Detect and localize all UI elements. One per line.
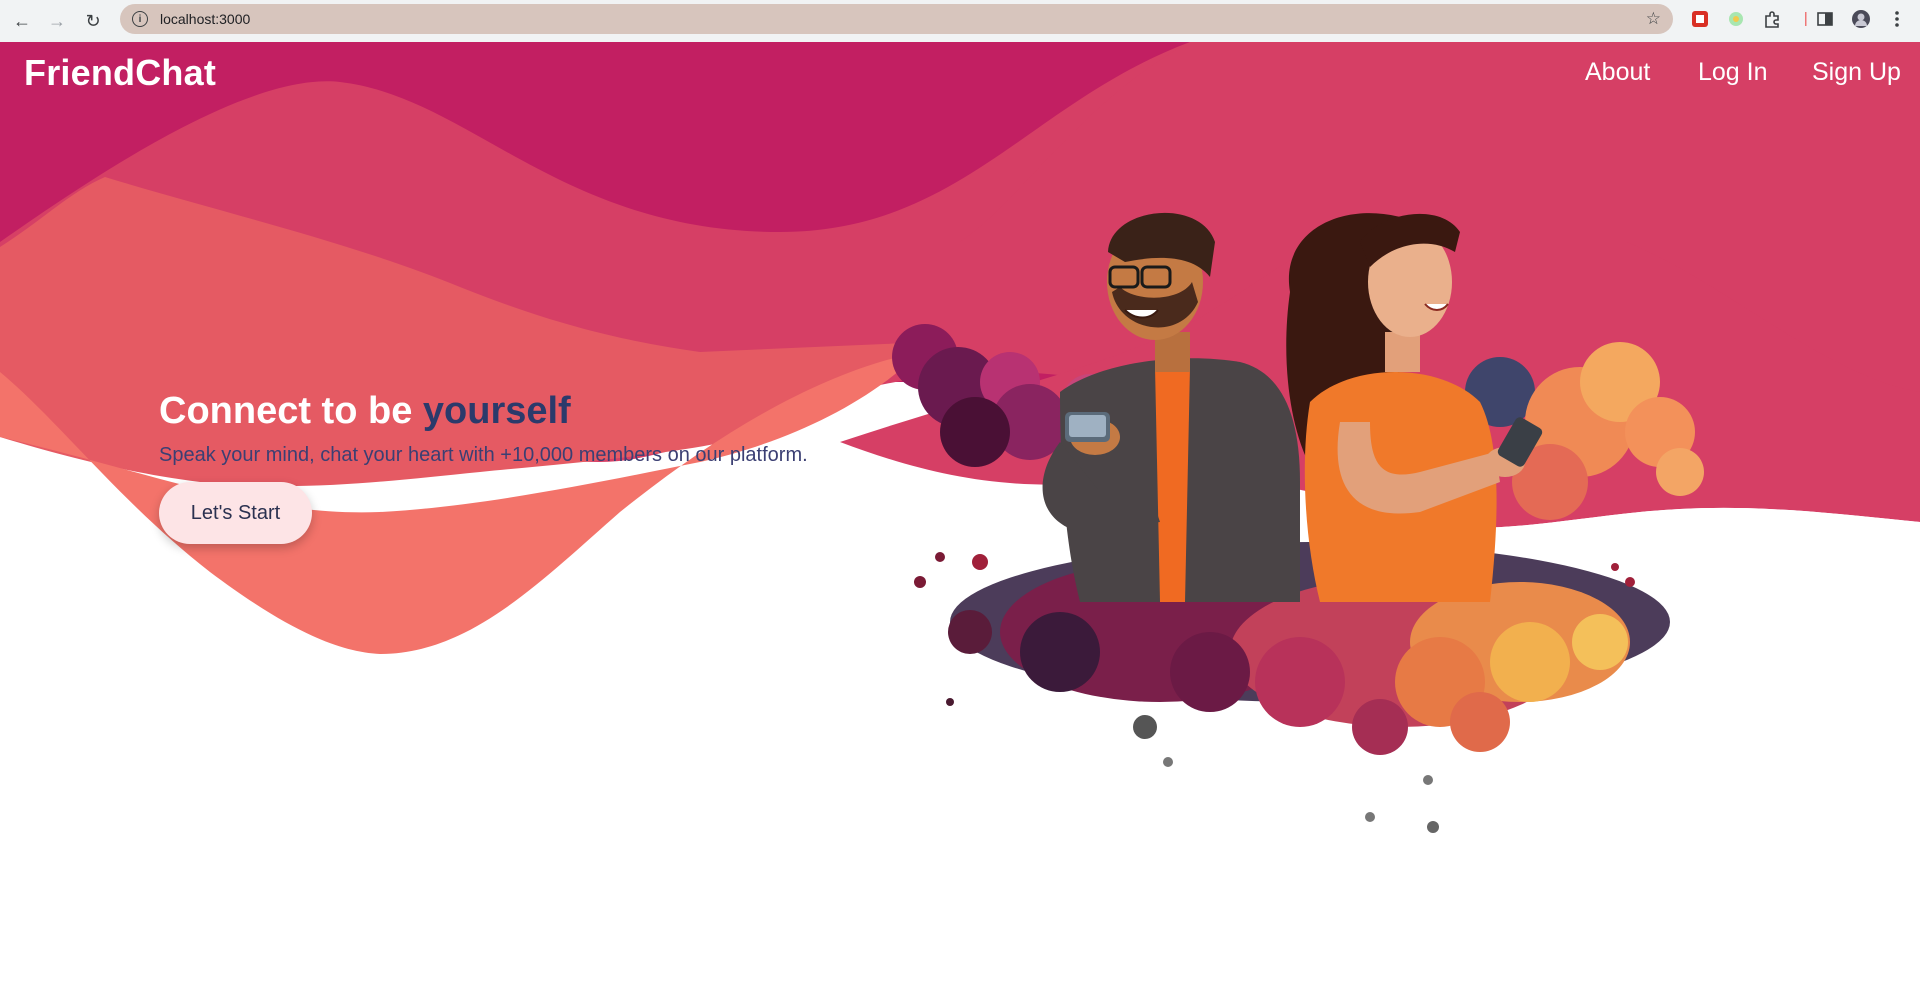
- separator-icon: [1796, 9, 1816, 29]
- nav-link-login[interactable]: Log In: [1698, 58, 1768, 87]
- hero-headline: Connect to be yourself: [159, 390, 571, 433]
- reload-icon[interactable]: ↻: [78, 6, 108, 36]
- lets-start-button[interactable]: Let's Start: [159, 482, 312, 544]
- hero-illustration: [892, 212, 1704, 833]
- extension-red-icon[interactable]: [1690, 9, 1710, 29]
- nav-link-signup[interactable]: Sign Up: [1812, 58, 1901, 87]
- url-text[interactable]: localhost:3000: [160, 11, 250, 27]
- side-panel-icon[interactable]: [1815, 9, 1835, 29]
- profile-avatar[interactable]: [1851, 9, 1871, 29]
- back-arrow-icon[interactable]: ←: [7, 6, 37, 36]
- forward-arrow-icon[interactable]: →: [42, 6, 72, 36]
- bookmark-star-icon[interactable]: ☆: [1646, 9, 1661, 29]
- headline-lead: Connect to be: [159, 390, 413, 432]
- headline-accent: yourself: [422, 390, 571, 432]
- puzzle-icon[interactable]: [1762, 9, 1782, 29]
- nav-link-about[interactable]: About: [1585, 58, 1650, 87]
- kebab-menu-icon[interactable]: [1887, 9, 1907, 29]
- hero-subtext: Speak your mind, chat your heart with +1…: [159, 444, 808, 466]
- man-figure: [1042, 212, 1300, 602]
- browser-toolbar: ← → ↻ i localhost:3000 ☆: [0, 0, 1920, 43]
- brand-logo[interactable]: FriendChat: [24, 52, 216, 94]
- address-bar[interactable]: i localhost:3000 ☆: [120, 4, 1673, 34]
- top-navigation: FriendChat About Log In Sign Up: [0, 42, 1920, 102]
- hero-section: FriendChat About Log In Sign Up Connect …: [0, 42, 1920, 988]
- extension-green-icon[interactable]: [1726, 9, 1746, 29]
- site-info-icon[interactable]: i: [132, 11, 148, 27]
